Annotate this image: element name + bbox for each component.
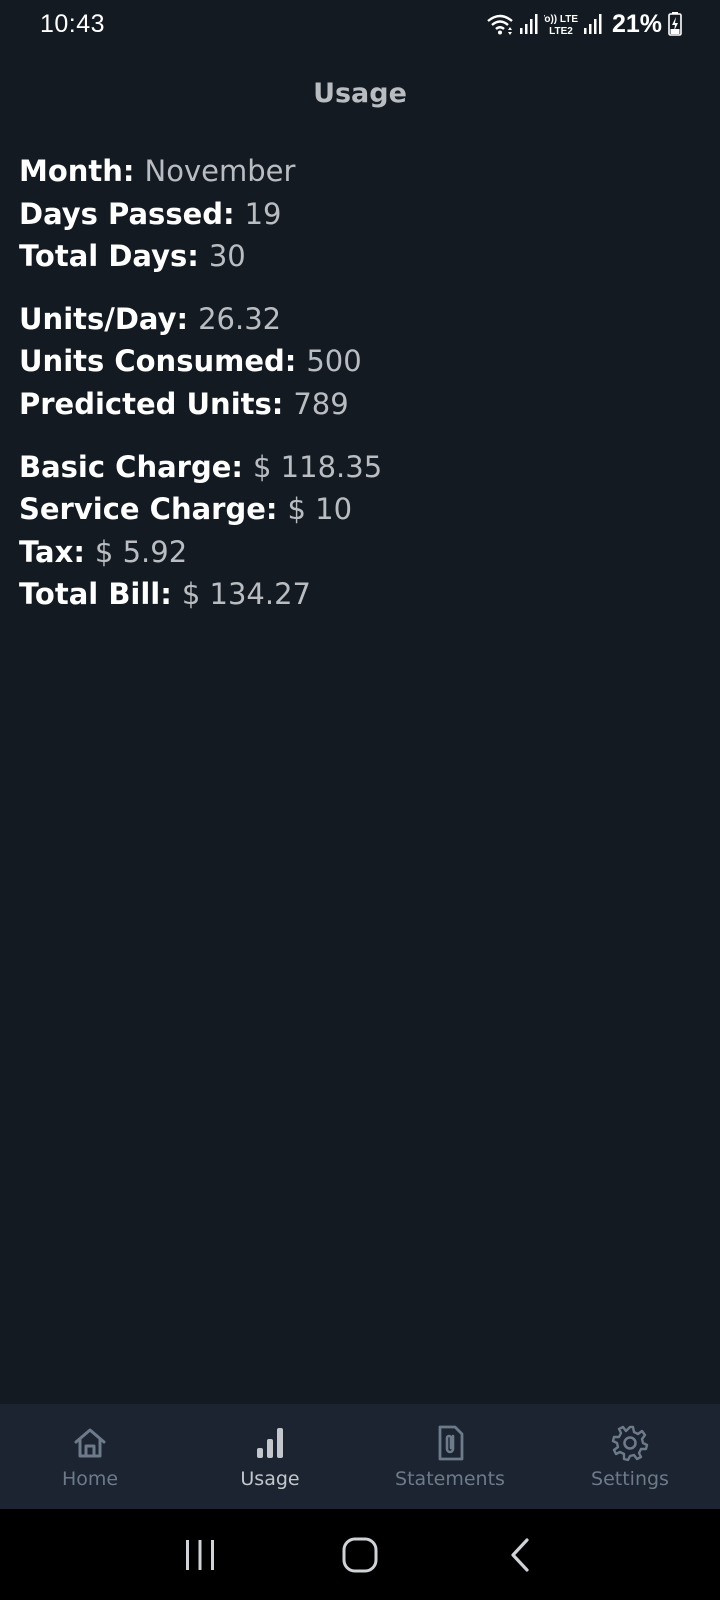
nav-item-settings[interactable]: Settings (540, 1404, 720, 1509)
page-title: Usage (313, 78, 407, 109)
units-per-day-row: Units/Day: 26.32 (19, 298, 701, 341)
total-days-value: 30 (208, 239, 246, 274)
total-bill-label: Total Bill: (19, 577, 172, 612)
days-passed-row: Days Passed: 19 (19, 193, 701, 236)
nav-label-usage: Usage (240, 1468, 300, 1490)
predicted-units-value: 789 (293, 386, 349, 421)
gear-icon (611, 1425, 649, 1462)
basic-charge-value: $ 118.35 (253, 449, 383, 484)
wifi-icon (487, 14, 513, 35)
nav-label-statements: Statements (395, 1468, 505, 1490)
units-per-day-label: Units/Day: (19, 301, 189, 336)
month-value: November (144, 154, 296, 188)
total-days-label: Total Days: (19, 239, 199, 274)
tax-value: $ 5.92 (94, 534, 188, 569)
home-icon (74, 1428, 106, 1458)
status-icons: Vo)) LTE2 LTE2 21% (486, 10, 682, 39)
total-days-row: Total Days: 30 (19, 235, 701, 278)
units-consumed-value: 500 (306, 344, 362, 379)
status-time: 10:43 (40, 9, 106, 38)
service-charge-row: Service Charge: $ 10 (19, 488, 701, 531)
nav-label-settings: Settings (591, 1468, 669, 1490)
recents-button[interactable] (170, 1525, 230, 1585)
units-consumed-row: Units Consumed: 500 (19, 340, 701, 383)
back-icon (511, 1537, 529, 1572)
tax-label: Tax: (19, 534, 85, 569)
units-consumed-label: Units Consumed: (19, 344, 297, 379)
svg-text:Vo)) LTE2: Vo)) LTE2 (544, 14, 578, 25)
month-row: Month: November (19, 150, 701, 193)
charges-group: Basic Charge: $ 118.35 Service Charge: $ 1… (19, 446, 701, 616)
nav-item-statements[interactable]: Statements (360, 1404, 540, 1509)
system-nav-bar (0, 1509, 720, 1600)
total-bill-row: Total Bill: $ 134.27 (19, 573, 701, 616)
home-button-icon (342, 1537, 378, 1572)
back-button[interactable] (490, 1525, 550, 1585)
predicted-units-row: Predicted Units: 789 (19, 383, 701, 426)
nav-item-home[interactable]: Home (0, 1404, 180, 1509)
usage-details: Month: November Days Passed: 19 Total Days… (19, 150, 701, 636)
service-charge-value: $ 10 (287, 492, 353, 527)
battery-percent: 21% (611, 9, 662, 38)
basic-charge-label: Basic Charge: (19, 449, 243, 484)
paperclip-document-icon (438, 1425, 464, 1461)
svg-text:LTE2: LTE2 (549, 26, 573, 36)
total-bill-value: $ 134.27 (181, 577, 311, 612)
tax-row: Tax: $ 5.92 (19, 531, 701, 574)
days-passed-value: 19 (244, 196, 282, 231)
predicted-units-label: Predicted Units: (19, 386, 284, 421)
recents-icon (186, 1539, 214, 1570)
days-passed-label: Days Passed: (19, 196, 235, 231)
month-label: Month: (19, 154, 135, 188)
status-bar: 10:43 Vo)) LTE2 LTE2 (0, 0, 720, 48)
system-home-button[interactable] (330, 1525, 390, 1585)
basic-charge-row: Basic Charge: $ 118.35 (19, 446, 701, 489)
signal-icon (583, 14, 602, 34)
period-group: Month: November Days Passed: 19 Total Days… (19, 150, 701, 278)
volte-lte-icon: Vo)) LTE2 LTE2 (544, 14, 578, 36)
usage-screen: 10:43 Vo)) LTE2 LTE2 (0, 0, 720, 1600)
bottom-nav: Home Usage Statements Settings (0, 1404, 720, 1509)
units-per-day-value: 26.32 (198, 301, 282, 336)
units-group: Units/Day: 26.32 Units Consumed: 500 Predi… (19, 298, 701, 426)
battery-charging-icon (668, 12, 682, 36)
signal-icon (519, 14, 538, 34)
nav-item-usage[interactable]: Usage (180, 1404, 360, 1509)
bar-chart-icon (257, 1428, 283, 1458)
nav-label-home: Home (61, 1468, 119, 1490)
service-charge-label: Service Charge: (19, 492, 278, 527)
